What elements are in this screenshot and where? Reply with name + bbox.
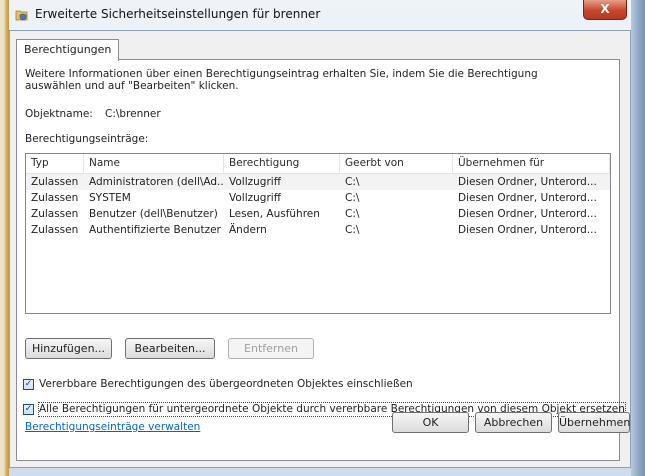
- checkbox-check-icon[interactable]: ✓: [23, 404, 34, 415]
- edit-button[interactable]: Bearbeiten...: [125, 338, 215, 359]
- title-bar: Erweiterte Sicherheitseinstellungen für …: [9, 0, 631, 30]
- table-row[interactable]: Zulassen Administratoren (dell\Ad... Vol…: [26, 174, 610, 190]
- cell-apply-to: Diesen Ordner, Unterord...: [458, 176, 597, 188]
- list-header: Typ Name Berechtigung Geerbt von Überneh…: [26, 154, 610, 174]
- cancel-button[interactable]: Abbrechen: [475, 412, 552, 433]
- background-left-edge: [0, 0, 9, 476]
- column-header-name[interactable]: Name: [84, 154, 224, 173]
- cell-permission: Lesen, Ausführen: [229, 208, 320, 220]
- object-name-label: Objektname:: [25, 108, 93, 120]
- column-header-berechtigung[interactable]: Berechtigung: [224, 154, 340, 173]
- cell-apply-to: Diesen Ordner, Unterord...: [458, 192, 597, 204]
- cell-apply-to: Diesen Ordner, Unterord...: [458, 224, 597, 236]
- ok-button[interactable]: OK: [392, 412, 469, 433]
- cell-permission: Vollzugriff: [229, 176, 281, 188]
- cell-name: Authentifizierte Benutzer: [89, 224, 221, 236]
- apply-button[interactable]: Übernehmen: [558, 412, 630, 433]
- window-title: Erweiterte Sicherheitseinstellungen für …: [35, 7, 321, 21]
- entries-label: Berechtigungseinträge:: [25, 133, 149, 145]
- cell-type: Zulassen: [31, 208, 79, 220]
- cell-permission: Vollzugriff: [229, 192, 281, 204]
- close-button[interactable]: X: [583, 0, 627, 20]
- inherit-permissions-label: Vererbbare Berechtigungen des übergeordn…: [39, 378, 413, 390]
- cell-type: Zulassen: [31, 192, 79, 204]
- table-row[interactable]: Zulassen Benutzer (dell\Benutzer) Lesen,…: [26, 206, 610, 222]
- cell-inherited-from: C:\: [345, 224, 360, 236]
- info-text: Weitere Informationen über einen Berecht…: [25, 68, 538, 92]
- folder-shield-icon: [15, 8, 29, 22]
- cell-inherited-from: C:\: [345, 208, 360, 220]
- cell-type: Zulassen: [31, 176, 79, 188]
- cell-inherited-from: C:\: [345, 192, 360, 204]
- cell-name: Administratoren (dell\Ad...: [89, 176, 224, 188]
- object-name-row: Objektname: C:\brenner: [25, 108, 161, 120]
- column-header-typ[interactable]: Typ: [26, 154, 84, 173]
- remove-button[interactable]: Entfernen: [228, 338, 314, 359]
- cell-type: Zulassen: [31, 224, 79, 236]
- table-row[interactable]: Zulassen Authentifizierte Benutzer Änder…: [26, 222, 610, 238]
- cell-apply-to: Diesen Ordner, Unterord...: [458, 208, 597, 220]
- cell-name: Benutzer (dell\Benutzer): [89, 208, 218, 220]
- background-right-edge: [631, 0, 645, 476]
- table-row[interactable]: Zulassen SYSTEM Vollzugriff C:\ Diesen O…: [26, 190, 610, 206]
- object-name-value: C:\brenner: [105, 108, 161, 120]
- checkbox-check-icon[interactable]: ✓: [23, 379, 34, 390]
- manage-entries-link[interactable]: Berechtigungseinträge verwalten: [25, 421, 200, 433]
- tab-panel: Weitere Informationen über einen Berecht…: [16, 59, 626, 461]
- permission-entries-list[interactable]: Typ Name Berechtigung Geerbt von Überneh…: [25, 153, 611, 314]
- cell-name: SYSTEM: [89, 192, 131, 204]
- tab-berechtigungen[interactable]: Berechtigungen: [16, 39, 120, 61]
- add-button[interactable]: Hinzufügen...: [25, 338, 112, 359]
- column-header-geerbt-von[interactable]: Geerbt von: [340, 154, 453, 173]
- dialog-client: Berechtigungen Weitere Informationen übe…: [9, 30, 631, 468]
- cell-permission: Ändern: [229, 224, 267, 236]
- column-header-uebernehmen-fuer[interactable]: Übernehmen für: [453, 154, 610, 173]
- cell-inherited-from: C:\: [345, 176, 360, 188]
